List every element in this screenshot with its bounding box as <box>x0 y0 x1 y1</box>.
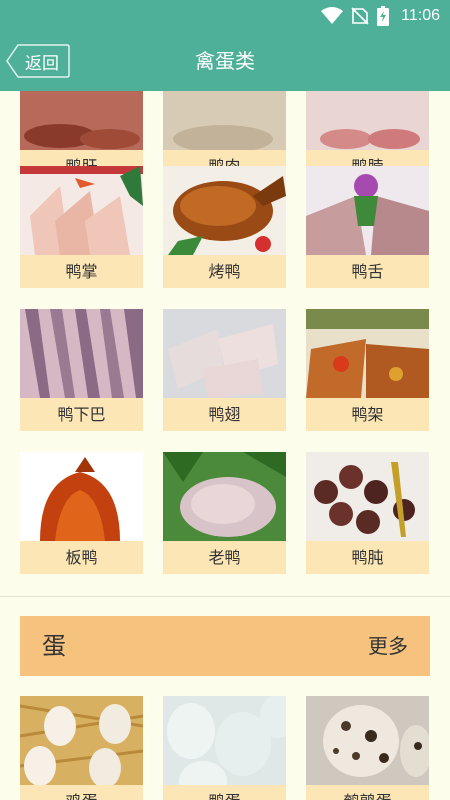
card-label: 鸭翅 <box>163 398 286 431</box>
duck-egg-photo <box>163 696 286 785</box>
duck-feet-photo <box>20 166 143 255</box>
card-label: 烤鸭 <box>163 255 286 288</box>
card-label: 老鸭 <box>163 541 286 574</box>
duck-liver-photo <box>20 91 143 150</box>
duck-chin-photo <box>20 309 143 398</box>
pressed-duck-photo <box>20 452 143 541</box>
card-label: 鹌鹑蛋 <box>306 785 429 800</box>
card-label: 板鸭 <box>20 541 143 574</box>
duck-meat-photo <box>163 91 286 150</box>
duck-frame-photo <box>306 309 429 398</box>
no-sim-icon <box>351 7 369 25</box>
back-label: 返回 <box>25 53 59 74</box>
section-title: 蛋 <box>42 632 66 660</box>
card-label: 鸭蛋 <box>163 785 286 800</box>
duck-gizzard-photo <box>306 452 429 541</box>
wifi-icon <box>321 7 344 24</box>
old-duck-photo <box>163 452 286 541</box>
duck-wing-photo <box>163 309 286 398</box>
quail-egg-photo <box>306 696 429 785</box>
card-label: 鸭架 <box>306 398 429 431</box>
chicken-egg-photo <box>20 696 143 785</box>
content-scroll[interactable]: 鸭肝 鸭肉 鸭脖 鸭掌 <box>0 91 450 800</box>
status-time: 11:06 <box>401 7 440 24</box>
card-label: 鸭下巴 <box>20 398 143 431</box>
more-button[interactable]: 更多 <box>368 616 408 676</box>
duck-neck-photo <box>306 91 429 150</box>
status-bar: 11:06 <box>0 0 450 32</box>
duck-tongue-photo <box>306 166 429 255</box>
card-label: 鸭肫 <box>306 541 429 574</box>
card-label: 鸭掌 <box>20 255 143 288</box>
app-bar: 返回 禽蛋类 <box>0 32 450 91</box>
card-label: 鸭舌 <box>306 255 429 288</box>
card-label: 鸡蛋 <box>20 785 143 800</box>
roast-duck-photo <box>163 166 286 255</box>
section-divider <box>0 596 450 597</box>
back-button[interactable]: 返回 <box>6 44 70 78</box>
section-header-egg: 蛋 更多 <box>20 616 430 676</box>
battery-charging-icon <box>377 6 390 26</box>
